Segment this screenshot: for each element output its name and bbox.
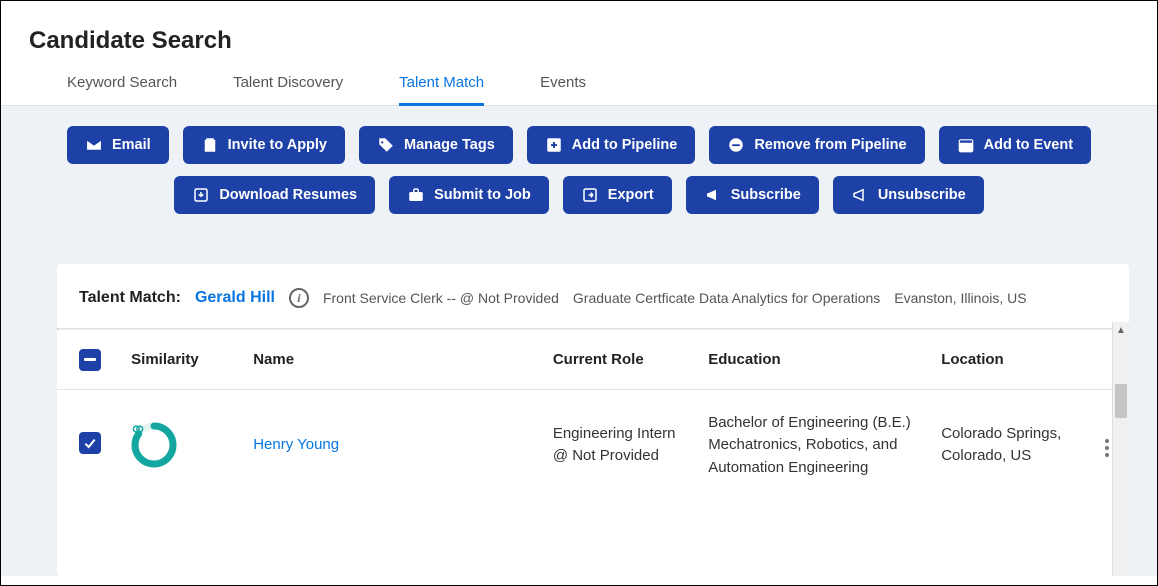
- calendar-icon: [957, 136, 975, 154]
- add-event-button[interactable]: Add to Event: [939, 126, 1091, 164]
- row-role: Engineering Intern @ Not Provided: [541, 389, 696, 501]
- results-table: Similarity Name Current Role Education L…: [57, 330, 1129, 501]
- match-education: Graduate Certficate Data Analytics for O…: [573, 290, 880, 306]
- add-pipeline-label: Add to Pipeline: [572, 137, 678, 153]
- scroll-up-icon[interactable]: ▲: [1113, 322, 1129, 339]
- export-label: Export: [608, 187, 654, 203]
- subscribe-label: Subscribe: [731, 187, 801, 203]
- megaphone-off-icon: [851, 186, 869, 204]
- col-role: Current Role: [541, 330, 696, 389]
- candidate-name-link[interactable]: Henry Young: [253, 436, 339, 453]
- match-candidate-link[interactable]: Gerald Hill: [195, 289, 275, 307]
- download-label: Download Resumes: [219, 187, 357, 203]
- page-title: Candidate Search: [1, 1, 1157, 73]
- scroll-thumb[interactable]: [1115, 384, 1127, 418]
- match-role: Front Service Clerk -- @ Not Provided: [323, 290, 559, 306]
- submit-label: Submit to Job: [434, 187, 531, 203]
- add-event-label: Add to Event: [984, 137, 1073, 153]
- row-checkbox[interactable]: [79, 432, 101, 454]
- tab-events[interactable]: Events: [540, 74, 586, 106]
- match-location: Evanston, Illinois, US: [894, 290, 1026, 306]
- email-button[interactable]: Email: [67, 126, 169, 164]
- row-location: Colorado Springs, Colorado, US: [929, 389, 1084, 501]
- tabs-nav: Keyword Search Talent Discovery Talent M…: [1, 73, 1157, 106]
- mail-icon: [85, 136, 103, 154]
- tag-icon: [377, 136, 395, 154]
- table-row: Henry Young Engineering Intern @ Not Pro…: [57, 389, 1129, 501]
- unsubscribe-button[interactable]: Unsubscribe: [833, 176, 984, 214]
- col-location: Location: [929, 330, 1084, 389]
- download-resumes-button[interactable]: Download Resumes: [174, 176, 375, 214]
- add-pipeline-button[interactable]: Add to Pipeline: [527, 126, 696, 164]
- action-toolbar: Email Invite to Apply Manage Tags Add to…: [1, 106, 1157, 236]
- match-header: Talent Match: Gerald Hill i Front Servic…: [57, 288, 1129, 328]
- invite-label: Invite to Apply: [228, 137, 327, 153]
- remove-pipeline-button[interactable]: Remove from Pipeline: [709, 126, 924, 164]
- col-education: Education: [696, 330, 929, 389]
- row-education: Bachelor of Engineering (B.E.) Mechatron…: [696, 389, 929, 501]
- tab-talent-match[interactable]: Talent Match: [399, 74, 484, 106]
- briefcase-icon: [407, 186, 425, 204]
- scrollbar[interactable]: ▲: [1112, 322, 1129, 576]
- link-icon: [131, 422, 145, 436]
- tab-talent-discovery[interactable]: Talent Discovery: [233, 74, 343, 106]
- megaphone-icon: [704, 186, 722, 204]
- select-all-checkbox[interactable]: [79, 349, 101, 371]
- email-label: Email: [112, 137, 151, 153]
- tab-keyword-search[interactable]: Keyword Search: [67, 74, 177, 106]
- similarity-ring: [131, 422, 177, 468]
- export-icon: [581, 186, 599, 204]
- match-label: Talent Match:: [79, 289, 181, 307]
- submit-job-button[interactable]: Submit to Job: [389, 176, 549, 214]
- tags-label: Manage Tags: [404, 137, 495, 153]
- unsubscribe-label: Unsubscribe: [878, 187, 966, 203]
- subscribe-button[interactable]: Subscribe: [686, 176, 819, 214]
- clipboard-icon: [201, 136, 219, 154]
- remove-circle-icon: [727, 136, 745, 154]
- remove-pipeline-label: Remove from Pipeline: [754, 137, 906, 153]
- info-icon[interactable]: i: [289, 288, 309, 308]
- manage-tags-button[interactable]: Manage Tags: [359, 126, 513, 164]
- export-button[interactable]: Export: [563, 176, 672, 214]
- add-box-icon: [545, 136, 563, 154]
- invite-button[interactable]: Invite to Apply: [183, 126, 345, 164]
- content-area: Talent Match: Gerald Hill i Front Servic…: [1, 236, 1157, 576]
- results-card: Talent Match: Gerald Hill i Front Servic…: [57, 264, 1129, 576]
- download-icon: [192, 186, 210, 204]
- col-name: Name: [241, 330, 541, 389]
- col-similarity: Similarity: [119, 330, 241, 389]
- check-icon: [82, 435, 98, 451]
